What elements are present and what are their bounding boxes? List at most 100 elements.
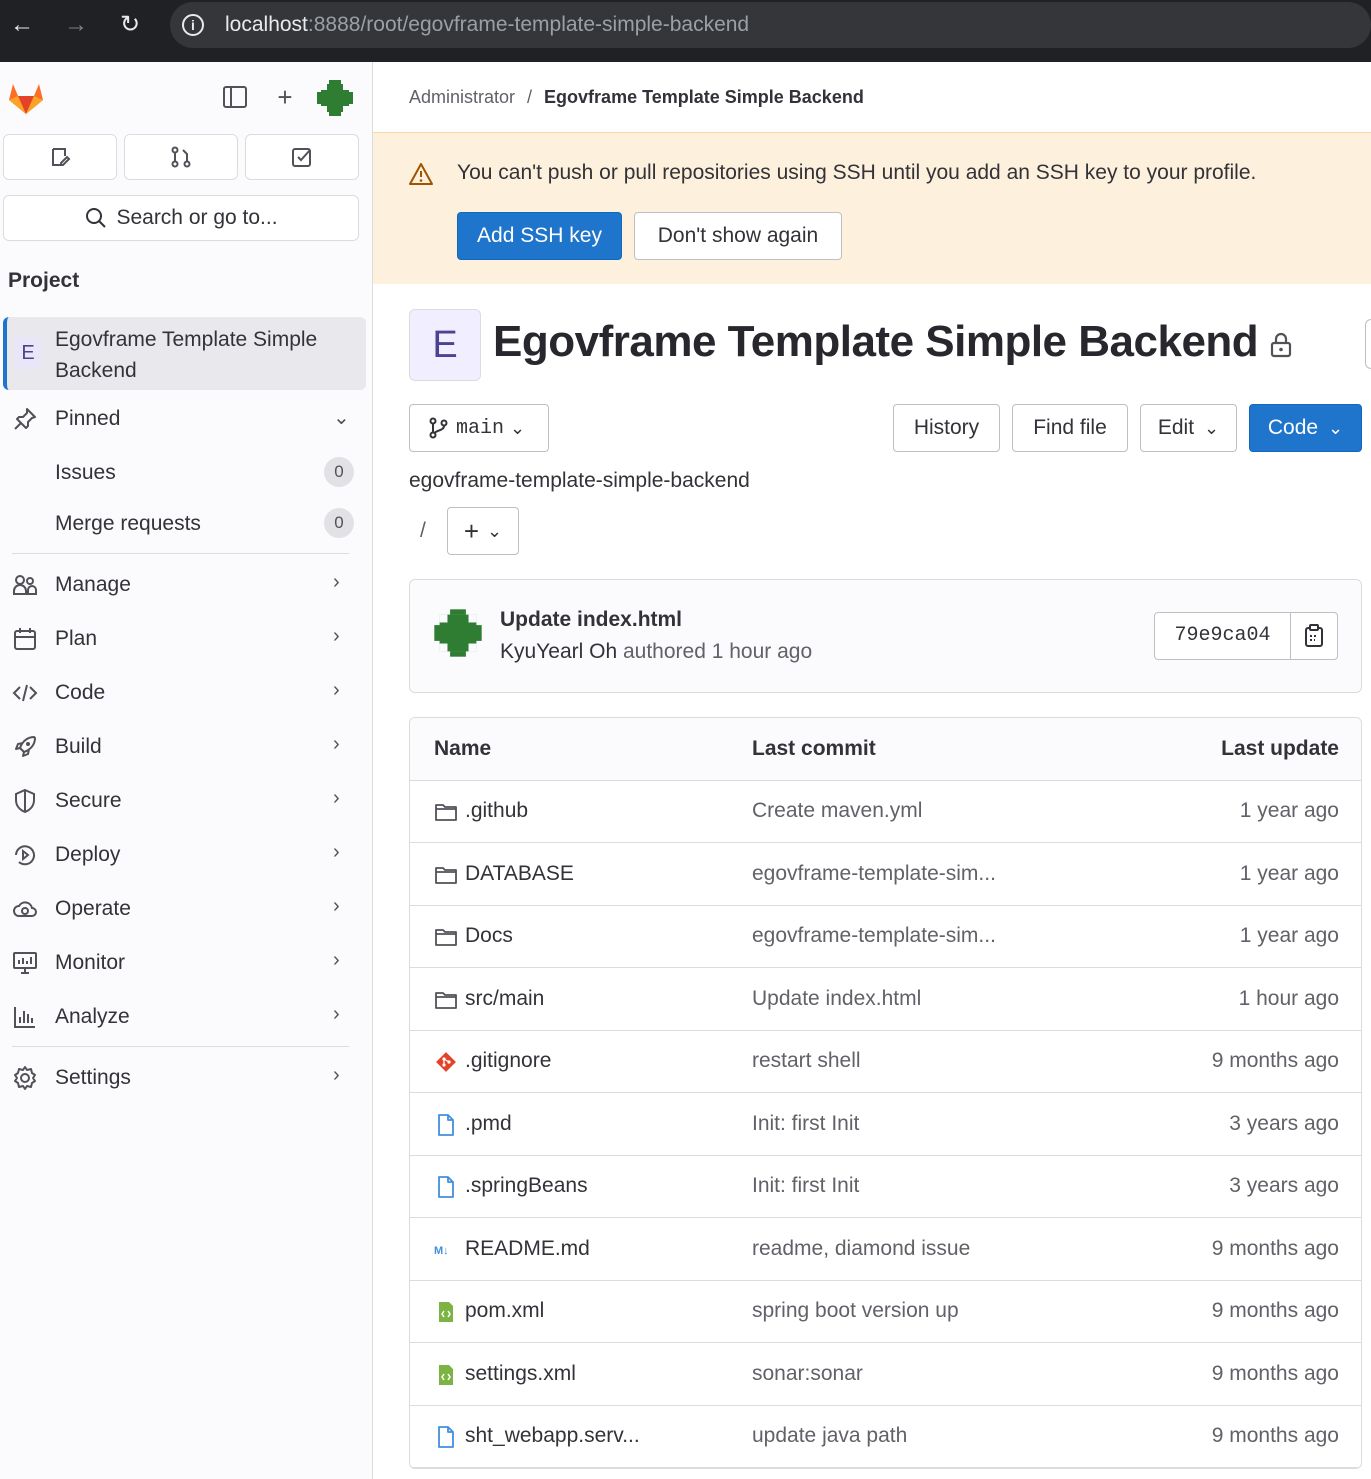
add-ssh-key-button[interactable]: Add SSH key (457, 212, 622, 260)
last-commit-link[interactable]: readme, diamond issue (752, 1237, 970, 1261)
sidebar-item-issues[interactable]: Issues 0 (0, 449, 370, 495)
git-file-icon (434, 1050, 458, 1074)
chevron-down-icon: ⌄ (487, 520, 503, 541)
history-button[interactable]: History (893, 404, 1000, 452)
chevron-down-icon: ⌄ (1204, 417, 1220, 438)
last-commit-link[interactable]: Create maven.yml (752, 799, 922, 823)
last-commit-link[interactable]: egovframe-template-sim... (752, 862, 996, 886)
sidebar-item-label: Build (55, 735, 102, 758)
file-name-link[interactable]: .pmd (465, 1112, 512, 1136)
last-commit-link[interactable]: Update index.html (752, 987, 921, 1011)
file-name-link[interactable]: .springBeans (465, 1174, 588, 1198)
last-commit-link[interactable]: spring boot version up (752, 1299, 959, 1323)
xml-file-icon (434, 1363, 458, 1387)
table-row[interactable]: M↓ README.md readme, diamond issue 9 months… (410, 1219, 1361, 1281)
sidebar-item-manage[interactable]: Manage › (0, 561, 370, 607)
breadcrumb-current[interactable]: Egovframe Template Simple Backend (544, 87, 864, 107)
commit-title[interactable]: Update index.html (500, 608, 682, 632)
repo-path-root[interactable]: egovframe-template-simple-backend (409, 469, 750, 493)
file-name-link[interactable]: sht_webapp.serv... (465, 1424, 640, 1448)
file-name-link[interactable]: settings.xml (465, 1362, 576, 1386)
table-row[interactable]: DATABASE egovframe-template-sim... 1 year … (410, 844, 1361, 906)
file-name-link[interactable]: DATABASE (465, 862, 574, 886)
table-header: Name Last commit Last update (410, 718, 1361, 781)
sidebar-item-pinned[interactable]: Pinned ⌄ (0, 395, 370, 441)
file-name-link[interactable]: .github (465, 799, 528, 823)
last-update-time: 9 months ago (1211, 1236, 1339, 1260)
copy-icon (1305, 624, 1323, 647)
table-row[interactable]: src/main Update index.html 1 hour ago (410, 969, 1361, 1031)
commit-author[interactable]: KyuYearl Oh (500, 640, 617, 663)
cloud-gear-icon (13, 901, 37, 917)
breadcrumb: Administrator / Egovframe Template Simple … (409, 87, 864, 108)
sidebar-item-code[interactable]: Code › (0, 669, 370, 715)
file-name-link[interactable]: .gitignore (465, 1049, 551, 1073)
site-info-icon[interactable]: i (182, 14, 204, 36)
gitlab-logo-icon[interactable] (6, 78, 46, 118)
sidebar-project-link[interactable]: E Egovframe Template Simple Backend (3, 317, 366, 390)
sidebar-item-build[interactable]: Build › (0, 723, 370, 769)
last-commit-link[interactable]: egovframe-template-sim... (752, 924, 996, 948)
table-row[interactable]: .gitignore restart shell 9 months ago (410, 1031, 1361, 1093)
edit-dropdown-button[interactable]: Edit ⌄ (1140, 404, 1237, 452)
table-row[interactable]: pom.xml spring boot version up 9 months ag… (410, 1281, 1361, 1343)
sidebar-divider (12, 1046, 349, 1047)
user-avatar[interactable] (316, 79, 354, 117)
commit-author-avatar[interactable] (433, 608, 483, 658)
table-row[interactable]: settings.xml sonar:sonar 9 months ago (410, 1344, 1361, 1406)
last-commit-link[interactable]: restart shell (752, 1049, 861, 1073)
users-icon (13, 575, 37, 595)
table-row[interactable]: sht_webapp.serv... update java path 9 mont… (410, 1406, 1361, 1468)
table-row[interactable]: .pmd Init: first Init 3 years ago (410, 1094, 1361, 1156)
file-name-link[interactable]: Docs (465, 924, 513, 948)
commit-sha[interactable]: 79e9ca04 (1155, 613, 1291, 659)
back-arrow-icon[interactable]: ← (8, 11, 36, 39)
address-bar[interactable]: i localhost:8888/root/egovframe-template… (170, 2, 1371, 48)
last-commit-link[interactable]: sonar:sonar (752, 1362, 863, 1386)
search-button[interactable]: Search or go to... (3, 195, 359, 241)
reload-icon[interactable]: ↻ (116, 11, 144, 39)
sidebar-item-label: Analyze (55, 1005, 130, 1028)
last-commit-link[interactable]: Init: first Init (752, 1174, 859, 1198)
chevron-down-icon: ⌄ (333, 407, 350, 429)
last-update-time: 9 months ago (1211, 1299, 1339, 1322)
last-update-time: 1 year ago (1239, 924, 1339, 947)
todos-shortcut-button[interactable] (245, 134, 359, 180)
sidebar-item-analyze[interactable]: Analyze › (0, 993, 370, 1039)
sidebar-item-monitor[interactable]: Monitor › (0, 939, 370, 985)
thumbtack-icon (14, 408, 36, 430)
sidebar-item-secure[interactable]: Secure › (0, 777, 370, 823)
forward-arrow-icon[interactable]: → (62, 11, 90, 39)
table-row[interactable]: .github Create maven.yml 1 year ago (410, 781, 1361, 843)
chevron-right-icon: › (333, 1003, 340, 1025)
merge-requests-shortcut-button[interactable] (124, 134, 238, 180)
file-name-link[interactable]: src/main (465, 987, 544, 1011)
issues-shortcut-button[interactable] (3, 134, 117, 180)
file-name-link[interactable]: pom.xml (465, 1299, 544, 1323)
last-commit-link[interactable]: update java path (752, 1424, 907, 1448)
column-header-name: Name (434, 737, 492, 760)
merge-request-icon (171, 146, 191, 168)
sidebar-item-merge-requests[interactable]: Merge requests 0 (0, 500, 370, 546)
sidebar-item-operate[interactable]: Operate › (0, 885, 370, 931)
sidebar-toggle-icon[interactable] (220, 82, 250, 112)
find-file-button[interactable]: Find file (1012, 404, 1128, 452)
copy-sha-button[interactable] (1291, 613, 1337, 659)
sidebar-item-deploy[interactable]: Deploy › (0, 831, 370, 877)
commit-meta: KyuYearl Oh authored 1 hour ago (500, 640, 812, 664)
project-actions-button[interactable] (1365, 319, 1371, 369)
plus-icon[interactable]: + (270, 82, 300, 112)
code-dropdown-button[interactable]: Code ⌄ (1249, 404, 1362, 452)
sidebar-item-label: Operate (55, 897, 131, 920)
table-row[interactable]: Docs egovframe-template-sim... 1 year ago (410, 906, 1361, 968)
last-commit-link[interactable]: Init: first Init (752, 1112, 859, 1136)
branch-selector[interactable]: main ⌄ (409, 404, 549, 452)
sidebar-item-plan[interactable]: Plan › (0, 615, 370, 661)
breadcrumb-parent[interactable]: Administrator (409, 87, 515, 107)
add-to-tree-button[interactable]: + ⌄ (447, 507, 519, 555)
file-name-link[interactable]: README.md (465, 1237, 590, 1261)
dont-show-again-button[interactable]: Don't show again (634, 212, 842, 260)
table-row[interactable]: .springBeans Init: first Init 3 years ago (410, 1156, 1361, 1218)
sidebar-item-settings[interactable]: Settings › (0, 1054, 370, 1100)
last-update-time: 1 hour ago (1238, 986, 1339, 1010)
